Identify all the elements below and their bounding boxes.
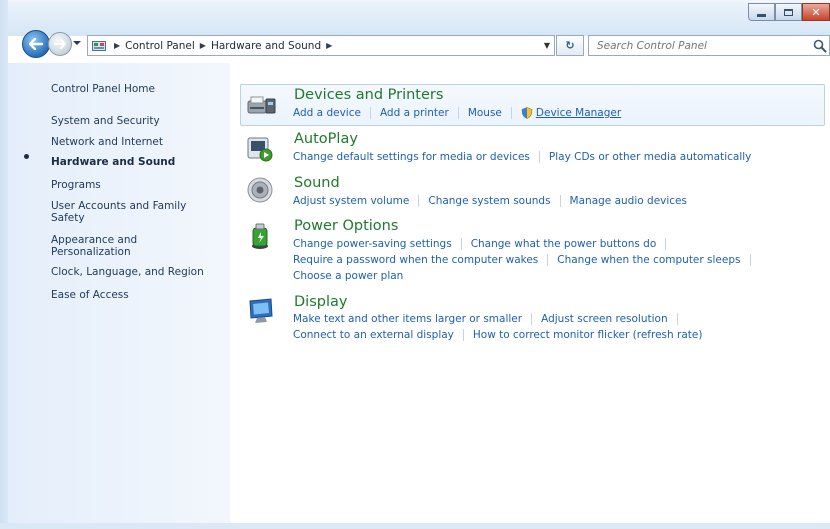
speaker-icon [247,177,273,203]
breadcrumb-separator-icon[interactable]: ▶ [114,41,120,50]
uac-shield-icon [521,107,533,119]
link-separator [460,238,462,250]
link-separator [559,195,561,207]
control-panel-icon [92,40,106,51]
search-input[interactable] [595,38,809,53]
category-links-display-row1: Make text and other items larger or smal… [293,313,687,325]
link-separator [457,107,459,119]
link-separator [510,107,512,119]
printer-icon [247,96,276,114]
link-require-password[interactable]: Require a password when the computer wak… [293,254,538,266]
link-separator [369,107,371,119]
close-button[interactable]: ✕ [802,3,830,21]
sidebar-item-appearance-line2[interactable]: Personalization [51,246,131,258]
battery-icon [252,223,268,249]
sidebar-item-network-and-internet[interactable]: Network and Internet [51,136,163,148]
link-device-manager[interactable]: Device Manager [536,107,621,119]
category-title-display[interactable]: Display [294,294,347,310]
link-separator [531,313,533,325]
search-box[interactable] [588,35,830,56]
breadcrumb-hardware-and-sound[interactable]: Hardware and Sound [211,40,321,52]
category-title-sound[interactable]: Sound [294,175,340,191]
category-title-devices-and-printers[interactable]: Devices and Printers [294,87,443,103]
back-arrow-icon [29,38,43,50]
link-separator [462,329,464,341]
category-links-sound: Adjust system volume Change system sound… [293,195,687,207]
link-choose-power-plan[interactable]: Choose a power plan [293,270,403,282]
category-links-display-row2: Connect to an external display How to co… [293,329,702,341]
breadcrumb-separator-icon[interactable]: ▶ [326,41,332,50]
link-separator [538,151,540,163]
link-make-text-larger[interactable]: Make text and other items larger or smal… [293,313,522,325]
link-separator [676,313,678,325]
maximize-icon [784,8,793,16]
link-adjust-system-volume[interactable]: Adjust system volume [293,195,409,207]
link-change-default-settings[interactable]: Change default settings for media or dev… [293,151,530,163]
sidebar-item-clock-language-region[interactable]: Clock, Language, and Region [51,266,204,278]
current-item-bullet [24,154,29,159]
link-separator [418,195,420,207]
link-adjust-screen-resolution[interactable]: Adjust screen resolution [541,313,668,325]
address-dropdown-icon[interactable]: ▼ [544,41,550,50]
link-separator [547,254,549,266]
minimize-button[interactable] [748,3,775,21]
forward-button[interactable] [48,32,72,56]
address-bar[interactable]: ▶ Control Panel ▶ Hardware and Sound ▶ ▼ [87,35,555,56]
link-change-system-sounds[interactable]: Change system sounds [428,195,550,207]
link-power-buttons[interactable]: Change what the power buttons do [471,238,657,250]
autoplay-icon [247,137,273,162]
breadcrumb-separator-icon[interactable]: ▶ [200,41,206,50]
title-bar[interactable] [8,2,830,36]
link-manage-audio-devices[interactable]: Manage audio devices [570,195,687,207]
forward-arrow-icon [54,39,66,49]
category-links-power-options-row2: Require a password when the computer wak… [293,254,760,266]
recent-pages-chevron-icon[interactable] [72,38,82,48]
link-add-a-printer[interactable]: Add a printer [380,107,449,119]
category-links-power-options-row1: Change power-saving settings Change what… [293,238,675,250]
link-mouse[interactable]: Mouse [468,107,502,119]
link-add-a-device[interactable]: Add a device [293,107,361,119]
sidebar-item-programs[interactable]: Programs [51,179,101,191]
category-title-power-options[interactable]: Power Options [294,218,398,234]
close-icon: ✕ [811,5,821,19]
link-change-power-saving[interactable]: Change power-saving settings [293,238,452,250]
refresh-icon: ↻ [565,39,575,52]
link-separator [665,238,667,250]
link-play-cds[interactable]: Play CDs or other media automatically [549,151,751,163]
sidebar-item-hardware-and-sound: Hardware and Sound [51,156,176,168]
sidebar-item-ease-of-access[interactable]: Ease of Access [51,289,129,301]
link-monitor-flicker[interactable]: How to correct monitor flicker (refresh … [473,329,703,341]
sidebar-item-user-accounts[interactable]: User Accounts and Family [51,200,186,212]
link-computer-sleeps[interactable]: Change when the computer sleeps [557,254,740,266]
sidebar-item-appearance[interactable]: Appearance and [51,234,137,246]
category-links-autoplay: Change default settings for media or dev… [293,151,751,163]
search-icon[interactable] [813,39,827,53]
category-title-autoplay[interactable]: AutoPlay [294,131,358,147]
link-separator [749,254,751,266]
sidebar-item-user-accounts-line2[interactable]: Safety [51,212,85,224]
category-links-devices-and-printers: Add a device Add a printer Mouse Device … [293,107,621,119]
breadcrumb-control-panel[interactable]: Control Panel [125,40,195,52]
category-links-power-options-row3: Choose a power plan [293,270,403,282]
link-connect-external-display[interactable]: Connect to an external display [293,329,454,341]
window-bottom-border [0,523,830,529]
sidebar-item-control-panel-home[interactable]: Control Panel Home [51,83,155,95]
monitor-icon [249,298,273,323]
minimize-icon [757,13,766,17]
caption-buttons: ✕ [748,3,830,21]
maximize-button[interactable] [775,3,802,21]
back-button[interactable] [22,30,50,58]
refresh-button[interactable]: ↻ [556,35,584,56]
explorer-window: ✕ ▶ Control Panel ▶ Hardware and Sound ▶… [0,0,830,529]
sidebar-item-system-and-security[interactable]: System and Security [51,115,160,127]
window-left-border [0,0,8,529]
